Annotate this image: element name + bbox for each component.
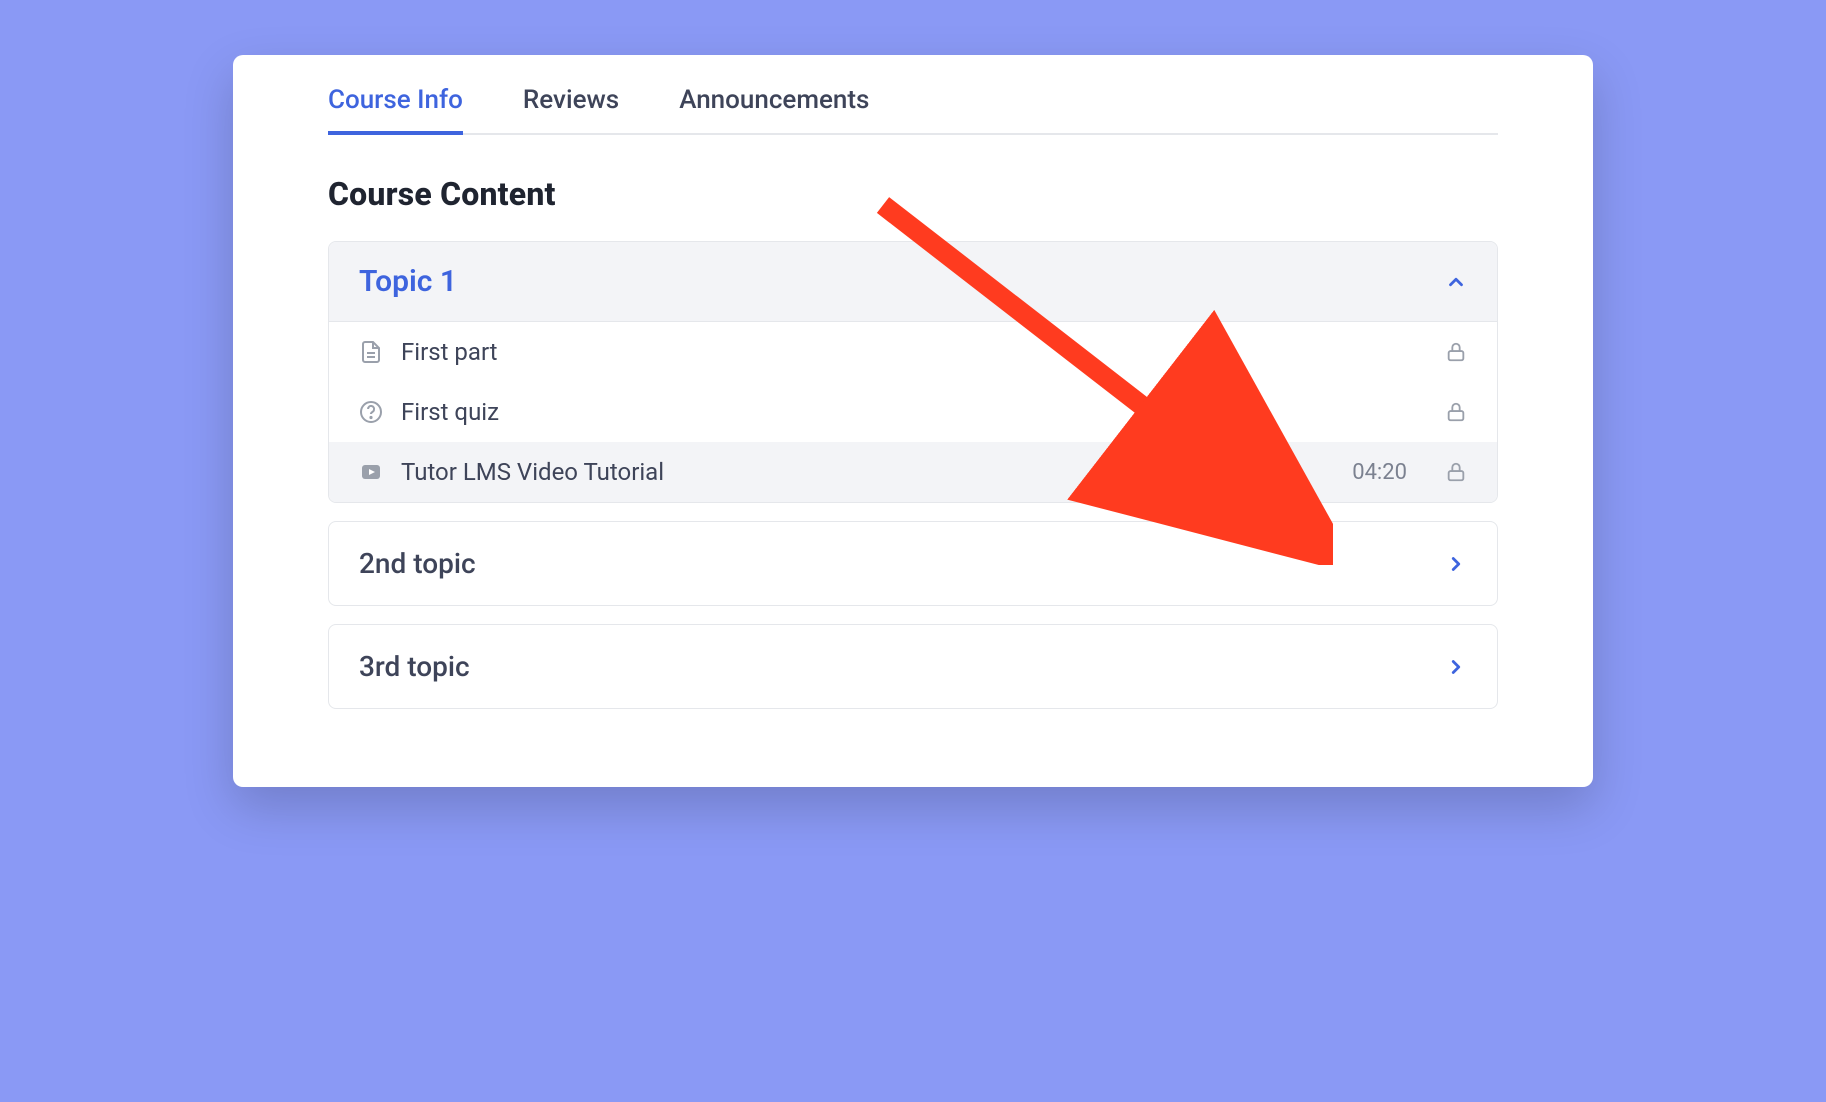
lock-icon bbox=[1445, 401, 1467, 423]
topic-collapsed[interactable]: 2nd topic bbox=[328, 521, 1498, 606]
section-title: Course Content bbox=[328, 175, 1498, 213]
topic-header[interactable]: Topic 1 bbox=[329, 242, 1497, 322]
topic-title: 2nd topic bbox=[359, 547, 476, 580]
question-circle-icon bbox=[359, 400, 383, 424]
tab-bar: Course Info Reviews Announcements bbox=[328, 55, 1498, 135]
lesson-row[interactable]: First quiz bbox=[329, 382, 1497, 442]
topic-expanded: Topic 1 First part First quiz Tutor LMS … bbox=[328, 241, 1498, 503]
chevron-right-icon bbox=[1445, 553, 1467, 575]
topic-title: Topic 1 bbox=[359, 264, 457, 299]
topic-collapsed[interactable]: 3rd topic bbox=[328, 624, 1498, 709]
lock-icon bbox=[1445, 461, 1467, 483]
chevron-right-icon bbox=[1445, 656, 1467, 678]
course-card: Course Info Reviews Announcements Course… bbox=[233, 55, 1593, 787]
lesson-duration: 04:20 bbox=[1352, 460, 1407, 485]
lesson-label: Tutor LMS Video Tutorial bbox=[401, 458, 1334, 486]
tab-reviews[interactable]: Reviews bbox=[523, 73, 619, 133]
tab-course-info[interactable]: Course Info bbox=[328, 73, 463, 133]
tab-label: Announcements bbox=[679, 85, 869, 115]
tab-label: Course Info bbox=[328, 85, 463, 115]
lesson-label: First part bbox=[401, 338, 1427, 366]
lesson-row[interactable]: Tutor LMS Video Tutorial 04:20 bbox=[329, 442, 1497, 502]
chevron-up-icon bbox=[1445, 271, 1467, 293]
lesson-row[interactable]: First part bbox=[329, 322, 1497, 382]
document-icon bbox=[359, 340, 383, 364]
lesson-label: First quiz bbox=[401, 398, 1427, 426]
topic-title: 3rd topic bbox=[359, 650, 470, 683]
play-square-icon bbox=[359, 460, 383, 484]
lock-icon bbox=[1445, 341, 1467, 363]
tab-announcements[interactable]: Announcements bbox=[679, 73, 869, 133]
tab-label: Reviews bbox=[523, 85, 619, 115]
